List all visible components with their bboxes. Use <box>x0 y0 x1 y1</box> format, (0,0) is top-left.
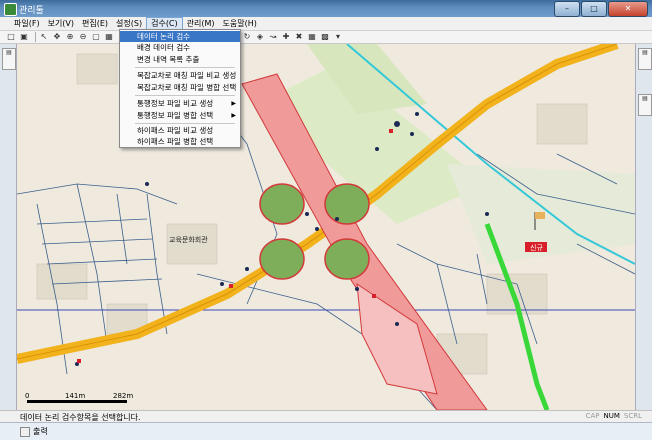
window-title: 관리툴 <box>19 6 44 16</box>
zoom-in-icon[interactable]: ⊕ <box>65 32 75 42</box>
minimize-button[interactable]: – <box>554 1 580 17</box>
cap-indicator: CAP <box>585 412 600 420</box>
grid-icon[interactable]: ▦ <box>104 32 114 42</box>
scale-label-0: 0 <box>25 392 29 400</box>
title-bar[interactable]: 관리툴 – □ ✕ <box>0 0 652 17</box>
menu-hipass-merge[interactable]: 하이패스 파일 병합 선택 <box>120 136 240 147</box>
map-view[interactable]: 신규 교육문화회관 0 141m 282m <box>17 44 635 410</box>
menu-background-data-check[interactable]: 배경 데이터 검수 <box>120 42 240 53</box>
node-edit-icon[interactable]: ◈ <box>255 32 265 42</box>
inspect-menu-dropdown: 데이터 논리 검수 배경 데이터 검수 변경 내역 목록 추출 복잡교차로 매칭… <box>119 29 241 148</box>
submenu-arrow-icon: ▶ <box>231 112 236 119</box>
menu-edit[interactable]: 편집(E) <box>78 17 112 30</box>
menu-file[interactable]: 파일(F) <box>10 17 44 30</box>
map-canvas[interactable]: 신규 교육문화회관 0 141m 282m <box>17 44 635 410</box>
pointer-icon[interactable]: ↖ <box>39 32 49 42</box>
output-icon <box>20 427 30 437</box>
new-icon[interactable]: □ <box>6 32 16 42</box>
edu-center-label: 교육문화회관 <box>169 235 208 244</box>
left-panel-strip: ▤ <box>0 44 17 410</box>
menu-separator <box>135 95 235 96</box>
num-indicator: NUM <box>603 412 620 420</box>
menu-data-logic-check[interactable]: 데이터 논리 검수 <box>120 31 240 42</box>
dropdown-icon[interactable]: ▾ <box>333 32 343 42</box>
scrl-indicator: SCRL <box>623 412 642 420</box>
pan-icon[interactable]: ✥ <box>52 32 62 42</box>
menu-traffic-info-merge[interactable]: 통행정보 파일 병합 선택 ▶ <box>120 110 240 121</box>
menu-traffic-info-compare[interactable]: 통행정보 파일 비교 생성 ▶ <box>120 98 240 109</box>
menu-separator <box>135 123 235 124</box>
menu-bar: 파일(F) 보기(V) 편집(E) 설정(S) 검수(C) 관리(M) 도움말(… <box>0 17 652 31</box>
save-icon[interactable]: ▣ <box>19 32 29 42</box>
refresh-icon[interactable]: ↻ <box>242 32 252 42</box>
menu-view[interactable]: 보기(V) <box>44 17 78 30</box>
app-icon <box>4 3 17 16</box>
menu-separator <box>135 67 235 68</box>
toolbar: □ ▣ ↖ ✥ ⊕ ⊖ ▢ ▦ ↻ ◈ ↝ ✚ ✖ ▦ ▩ ▾ <box>0 31 652 44</box>
menu-complex-intersection-merge[interactable]: 복잡교차로 매칭 파일 병합 선택 <box>120 82 240 93</box>
right-panel-strip: ▤ ▤ <box>635 44 652 410</box>
close-button[interactable]: ✕ <box>608 1 648 17</box>
layer-icon[interactable]: ▩ <box>320 32 330 42</box>
output-bar[interactable]: 출력 <box>0 422 652 440</box>
output-label: 출력 <box>33 427 48 436</box>
status-keys: CAP NUM SCRL <box>586 412 642 420</box>
menu-complex-intersection-compare[interactable]: 복잡교차로 매칭 파일 비교 생성 <box>120 70 240 81</box>
delete-icon[interactable]: ✖ <box>294 32 304 42</box>
menu-item-label: 통행정보 파일 병합 선택 <box>137 111 214 120</box>
attribute-panel-tab[interactable]: ▤ <box>638 48 652 70</box>
scale-bar: 0 141m 282m <box>25 392 133 403</box>
select-icon[interactable]: ▦ <box>307 32 317 42</box>
toolbar-separator <box>35 32 36 42</box>
extent-icon[interactable]: ▢ <box>91 32 101 42</box>
menu-hipass-compare[interactable]: 하이패스 파일 비교 생성 <box>120 125 240 136</box>
zoom-out-icon[interactable]: ⊖ <box>78 32 88 42</box>
app-window: 관리툴 – □ ✕ 파일(F) 보기(V) 편집(E) 설정(S) 검수(C) … <box>0 0 652 440</box>
submenu-arrow-icon: ▶ <box>231 100 236 107</box>
maximize-button[interactable]: □ <box>581 1 607 17</box>
menu-change-history-export[interactable]: 변경 내역 목록 추출 <box>120 54 240 65</box>
scale-label-141: 141m <box>65 392 85 400</box>
search-panel-tab[interactable]: ▤ <box>638 94 652 116</box>
layer-panel-tab[interactable]: ▤ <box>2 48 16 70</box>
new-label: 신규 <box>530 243 543 252</box>
menu-item-label: 통행정보 파일 비교 생성 <box>137 99 214 108</box>
scale-label-282: 282m <box>113 392 133 400</box>
move-icon[interactable]: ✚ <box>281 32 291 42</box>
link-edit-icon[interactable]: ↝ <box>268 32 278 42</box>
